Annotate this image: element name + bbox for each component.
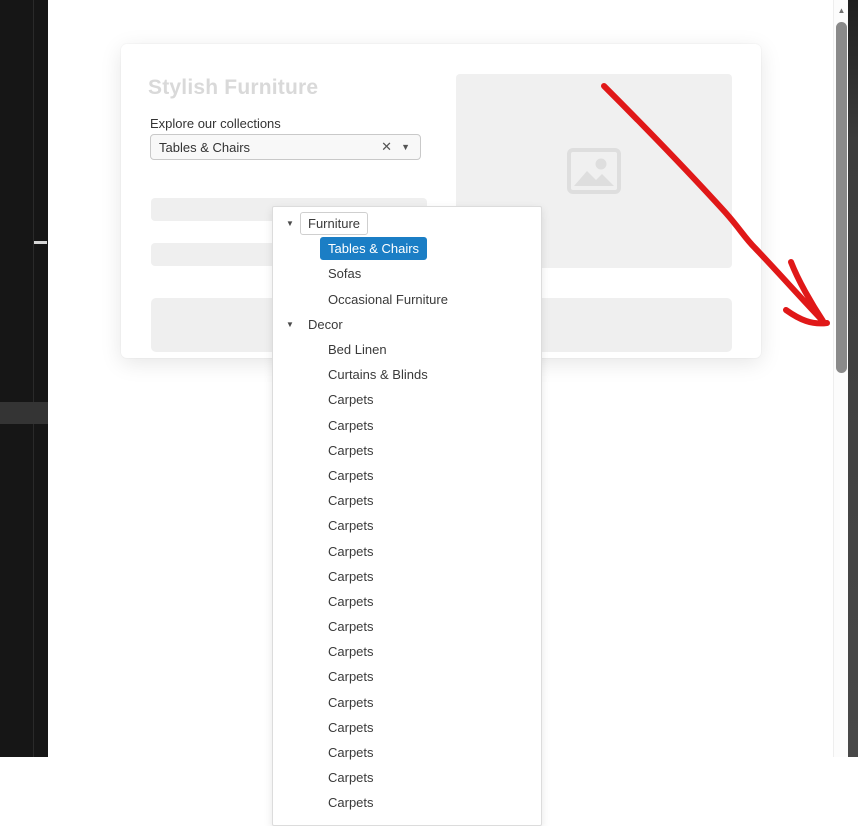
tree-item[interactable]: Carpets bbox=[273, 438, 541, 463]
clear-icon[interactable]: ✕ bbox=[377, 139, 401, 155]
tree-item[interactable]: Carpets bbox=[273, 538, 541, 563]
tree-item-label: Carpets bbox=[328, 619, 374, 635]
collections-tree: ▼ Furniture Tables & Chairs Sofas Occasi… bbox=[273, 211, 541, 816]
tree-item[interactable]: Carpets bbox=[273, 488, 541, 513]
tree-item[interactable]: Carpets bbox=[273, 664, 541, 689]
scrollbar-thumb[interactable] bbox=[836, 22, 847, 373]
tree-item-label: Decor bbox=[308, 316, 343, 332]
collections-combobox[interactable]: Tables & Chairs ✕ ▼ bbox=[150, 134, 421, 160]
tree-item[interactable]: Carpets bbox=[273, 387, 541, 412]
main-content: Stylish Furniture Explore our collection… bbox=[48, 0, 833, 826]
tree-item[interactable]: Carpets bbox=[273, 765, 541, 790]
furniture-modal-card: Stylish Furniture Explore our collection… bbox=[121, 44, 761, 826]
tree-item[interactable]: Carpets bbox=[273, 589, 541, 614]
image-placeholder-icon bbox=[567, 148, 621, 194]
tree-item-label: Carpets bbox=[328, 795, 374, 811]
tree-item[interactable]: Carpets bbox=[273, 413, 541, 438]
collections-label: Explore our collections bbox=[150, 116, 281, 131]
tree-item-label: Carpets bbox=[328, 719, 374, 735]
tree-item[interactable]: Carpets bbox=[273, 690, 541, 715]
tree-item-label: Occasional Furniture bbox=[328, 291, 448, 307]
chevron-expanded-icon[interactable]: ▼ bbox=[284, 219, 296, 228]
chevron-expanded-icon[interactable]: ▼ bbox=[284, 320, 296, 329]
page-title: Stylish Furniture bbox=[148, 76, 319, 99]
tree-item-label: Carpets bbox=[328, 543, 374, 559]
chevron-down-icon[interactable]: ▼ bbox=[401, 142, 412, 152]
tree-item-label: Tables & Chairs bbox=[320, 237, 428, 261]
tree-item-label: Carpets bbox=[328, 417, 374, 433]
tree-item[interactable]: Carpets bbox=[273, 463, 541, 488]
tree-item[interactable]: Carpets bbox=[273, 513, 541, 538]
tree-item[interactable]: Sofas bbox=[273, 261, 541, 286]
tree-item-label: Carpets bbox=[328, 745, 374, 761]
tree-item-label: Bed Linen bbox=[328, 342, 387, 358]
app-sidebar bbox=[0, 0, 48, 757]
tree-item[interactable]: Carpets bbox=[273, 639, 541, 664]
scroll-up-icon[interactable]: ▲ bbox=[834, 5, 849, 17]
tree-item-label: Carpets bbox=[328, 669, 374, 685]
tree-item-label: Carpets bbox=[328, 442, 374, 458]
tree-item-label: Carpets bbox=[328, 644, 374, 660]
sidebar-highlight-block bbox=[0, 402, 48, 424]
right-edge-strip bbox=[848, 0, 858, 757]
tree-item-label: Carpets bbox=[328, 518, 374, 534]
tree-item[interactable]: Tables & Chairs bbox=[273, 236, 541, 261]
tree-item[interactable]: ▼ Furniture bbox=[273, 211, 541, 236]
collections-dropdown: ▼ Furniture Tables & Chairs Sofas Occasi… bbox=[272, 206, 542, 826]
tree-item[interactable]: Curtains & Blinds bbox=[273, 362, 541, 387]
tree-item[interactable]: Carpets bbox=[273, 614, 541, 639]
tree-item-label: Sofas bbox=[328, 266, 362, 282]
tree-item-label: Carpets bbox=[328, 392, 374, 408]
tree-item-label: Carpets bbox=[328, 694, 374, 710]
tree-item-label: Curtains & Blinds bbox=[328, 367, 428, 383]
tree-item-label: Furniture bbox=[300, 212, 369, 236]
tree-item[interactable]: Carpets bbox=[273, 740, 541, 765]
sidebar-divider bbox=[33, 0, 34, 757]
combobox-value: Tables & Chairs bbox=[159, 139, 251, 155]
tree-item[interactable]: Occasional Furniture bbox=[273, 287, 541, 312]
tree-item[interactable]: Carpets bbox=[273, 564, 541, 589]
tree-item-label: Carpets bbox=[328, 770, 374, 786]
tree-item-label: Carpets bbox=[328, 568, 374, 584]
tree-item-label: Carpets bbox=[328, 593, 374, 609]
tree-item[interactable]: Carpets bbox=[273, 790, 541, 815]
tree-item-label: Carpets bbox=[328, 493, 374, 509]
tree-item[interactable]: ▼ Decor bbox=[273, 312, 541, 337]
sidebar-scroll-indicator bbox=[34, 241, 47, 244]
tree-item[interactable]: Carpets bbox=[273, 715, 541, 740]
tree-item-label: Carpets bbox=[328, 467, 374, 483]
vertical-scrollbar[interactable]: ▲ bbox=[833, 0, 848, 757]
tree-item[interactable]: Bed Linen bbox=[273, 337, 541, 362]
